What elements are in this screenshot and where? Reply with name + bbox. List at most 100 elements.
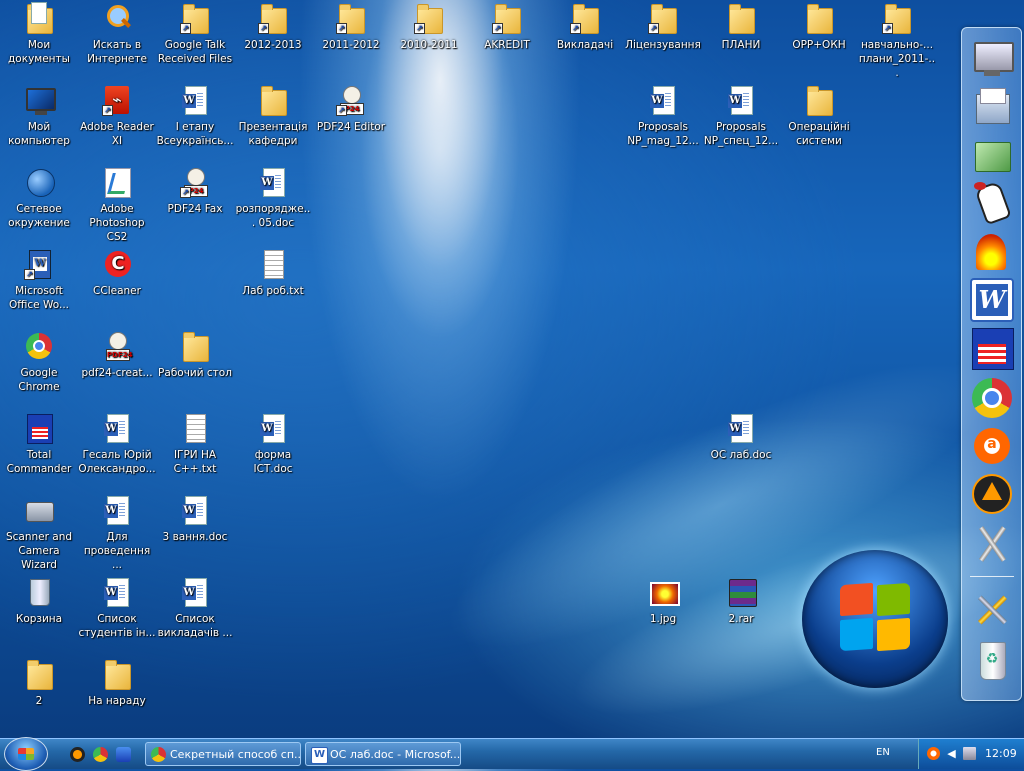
quicklaunch-aimp-icon[interactable] bbox=[70, 747, 85, 762]
folder-icon bbox=[803, 2, 835, 34]
folder-shortcut-icon: ↗ bbox=[257, 2, 289, 34]
desktop-icon-folder-vykladachi[interactable]: ↗ Викладачі bbox=[546, 2, 624, 52]
dock-chrome-icon[interactable] bbox=[970, 376, 1014, 420]
desktop-icon-folder-2011-2012[interactable]: ↗ 2011-2012 bbox=[312, 2, 390, 52]
desktop-icon-folder-2[interactable]: 2 bbox=[0, 658, 78, 708]
dock-computer-icon[interactable] bbox=[970, 36, 1014, 80]
language-indicator[interactable]: EN bbox=[876, 747, 890, 758]
dock-separator bbox=[970, 576, 1014, 577]
volume-icon[interactable]: ◀ bbox=[945, 747, 958, 760]
desktop-icon-search-internet[interactable]: Искать в Интернете bbox=[78, 2, 156, 66]
desktop-icon-3-vannia-doc[interactable]: W 3 вання.doc bbox=[156, 494, 234, 544]
windows-flag-icon bbox=[840, 582, 912, 652]
folder-shortcut-icon: ↗ bbox=[647, 2, 679, 34]
taskbar-task-chrome[interactable]: Секретный способ сп... bbox=[145, 742, 301, 766]
quicklaunch-chrome-icon[interactable] bbox=[93, 747, 108, 762]
icon-label: 1.jpg bbox=[649, 613, 677, 625]
desktop-icon-folder-2012-2013[interactable]: ↗ 2012-2013 bbox=[234, 2, 312, 52]
desktop-icon-folder-navchalni-plany[interactable]: ↗ навчально-... плани_2011-... bbox=[858, 2, 936, 80]
network-tray-icon[interactable] bbox=[963, 747, 976, 760]
pdf24-icon: P24 ↗ bbox=[335, 84, 367, 116]
system-tray: ◀ 12:09 bbox=[918, 739, 1024, 769]
desktop-icon-total-commander[interactable]: Total Commander bbox=[0, 412, 78, 476]
desktop-icon-lab-rob-txt[interactable]: Лаб роб.txt bbox=[234, 248, 312, 298]
desktop-icon-adobe-reader[interactable]: ⌁ ↗ Adobe Reader XI bbox=[78, 84, 156, 148]
desktop-icon-forma-ist-doc[interactable]: W форма ІСТ.doc bbox=[234, 412, 312, 476]
search-magnifier-icon bbox=[101, 2, 133, 34]
desktop-icon-ms-word[interactable]: W ↗ Microsoft Office Wo... bbox=[0, 248, 78, 312]
desktop-icon-network[interactable]: Сетевое окружение bbox=[0, 166, 78, 230]
icon-label: Total Commander bbox=[6, 449, 72, 475]
desktop-icon-pdf24-fax[interactable]: P24 ↗ PDF24 Fax bbox=[156, 166, 234, 216]
word-document-icon: W bbox=[101, 412, 133, 444]
word-icon: W ↗ bbox=[23, 248, 55, 280]
folder-shortcut-icon: ↗ bbox=[881, 2, 913, 34]
dock-recycle-bin-icon[interactable]: ♻ bbox=[970, 638, 1014, 682]
desktop-icon-ihry-txt[interactable]: ІГРИ НА C++.txt bbox=[156, 412, 234, 476]
windows-logo-orb bbox=[802, 550, 948, 688]
desktop-icon-1-jpg[interactable]: 1.jpg bbox=[624, 576, 702, 626]
recycle-bin-icon bbox=[23, 576, 55, 608]
desktop-icon-dlia-provedennia-doc[interactable]: W Для проведення ... bbox=[78, 494, 156, 572]
text-file-icon bbox=[179, 412, 211, 444]
desktop-icon-operatsiini-systemy[interactable]: Операційні системи bbox=[780, 84, 858, 148]
desktop-icon-etap-doc[interactable]: W І етапу Всеукраїнсь... bbox=[156, 84, 234, 148]
word-icon: W bbox=[311, 747, 328, 764]
desktop-icon-pdf24-creator[interactable]: PDF24 pdf24-creat... bbox=[78, 330, 156, 380]
icon-label: форма ІСТ.doc bbox=[253, 449, 293, 475]
icon-label: PDF24 Fax bbox=[167, 203, 223, 215]
desktop-icon-spysok-vykladachiv-doc[interactable]: W Список викладачів ... bbox=[156, 576, 234, 640]
desktop-icon-hesal-doc[interactable]: W Гесаль Юрій Олександро... bbox=[78, 412, 156, 476]
icon-label: Лаб роб.txt bbox=[242, 285, 304, 297]
desktop-icon-google-chrome[interactable]: Google Chrome bbox=[0, 330, 78, 394]
desktop-icon-rozporiadzhennia-doc[interactable]: W розпорядже... 05.doc bbox=[234, 166, 312, 230]
word-document-icon: W bbox=[725, 412, 757, 444]
desktop-icon-folder-litsenzuvannia[interactable]: ↗ Ліцензування bbox=[624, 2, 702, 52]
desktop-icon-prezentatsiia-folder[interactable]: Презентація кафедри bbox=[234, 84, 312, 148]
dock-avast-icon[interactable]: a bbox=[970, 424, 1014, 468]
desktop-icon-photoshop[interactable]: Adobe Photoshop CS2 bbox=[78, 166, 156, 244]
desktop-icon-scanner-wizard[interactable]: Scanner and Camera Wizard bbox=[0, 494, 78, 572]
start-button[interactable] bbox=[4, 737, 48, 771]
dock-hand-pointer-icon[interactable] bbox=[970, 180, 1014, 226]
dock-green-folder-icon[interactable] bbox=[970, 132, 1014, 176]
dock-documents-icon[interactable] bbox=[970, 84, 1014, 128]
dock-settings-tools-icon[interactable] bbox=[970, 588, 1014, 632]
side-dock: W a ♻ bbox=[961, 27, 1022, 701]
desktop-icon-proposals-spets[interactable]: W Proposals NP_спец_12... bbox=[702, 84, 780, 148]
taskbar-task-word[interactable]: W ОС лаб.doc - Microsof... bbox=[305, 742, 461, 766]
desktop-icon-my-documents[interactable]: Мои документы bbox=[0, 2, 78, 66]
desktop-icon-rabochii-stol[interactable]: Рабочий стол bbox=[156, 330, 234, 380]
desktop-icon-spysok-studentiv-doc[interactable]: W Список студентів ін... bbox=[78, 576, 156, 640]
desktop-icon-pdf24-editor[interactable]: P24 ↗ PDF24 Editor bbox=[312, 84, 390, 134]
quicklaunch-network-icon[interactable] bbox=[116, 747, 131, 762]
icon-label: розпорядже... 05.doc bbox=[235, 203, 311, 229]
desktop-icon-folder-orr-okn[interactable]: ОРР+ОКН bbox=[780, 2, 858, 52]
clock[interactable]: 12:09 bbox=[985, 747, 1017, 760]
desktop-icon-2-rar[interactable]: 2.rar bbox=[702, 576, 780, 626]
desktop-icon-proposals-mag[interactable]: W Proposals NP_mag_12... bbox=[624, 84, 702, 148]
dock-tools-icon[interactable] bbox=[970, 522, 1014, 566]
dock-fire-tools-icon[interactable] bbox=[970, 230, 1014, 274]
desktop-icon-folder-akredit[interactable]: ↗ AKREDIT bbox=[468, 2, 546, 52]
icon-label: І етапу Всеукраїнсь... bbox=[156, 121, 234, 147]
documents-folder-icon bbox=[23, 2, 55, 34]
scanner-icon bbox=[23, 494, 55, 526]
desktop-icon-os-lab-doc[interactable]: W ОС лаб.doc bbox=[702, 412, 780, 462]
ccleaner-icon: C bbox=[101, 248, 133, 280]
desktop-icon-my-computer[interactable]: Мой компьютер bbox=[0, 84, 78, 148]
avast-tray-icon[interactable] bbox=[927, 747, 940, 760]
icon-label: 2011-2012 bbox=[322, 39, 380, 51]
desktop-icon-google-talk-folder[interactable]: ↗ Google Talk Received Files bbox=[156, 2, 234, 66]
desktop-icon-folder-2010-2011[interactable]: ↗ 2010-2011 bbox=[390, 2, 468, 52]
desktop-icon-folder-plany[interactable]: ПЛАНИ bbox=[702, 2, 780, 52]
desktop-icon-ccleaner[interactable]: C CCleaner bbox=[78, 248, 156, 298]
icon-label: навчально-... плани_2011-... bbox=[858, 39, 936, 79]
dock-total-commander-icon[interactable] bbox=[970, 326, 1014, 370]
desktop-icon-na-naradu[interactable]: На нараду bbox=[78, 658, 156, 708]
icon-label: Презентація кафедри bbox=[238, 121, 308, 147]
dock-aimp-icon[interactable] bbox=[970, 472, 1014, 516]
desktop-icon-recycle-bin[interactable]: Корзина bbox=[0, 576, 78, 626]
word-document-icon: W bbox=[725, 84, 757, 116]
dock-word-icon[interactable]: W bbox=[970, 278, 1014, 322]
